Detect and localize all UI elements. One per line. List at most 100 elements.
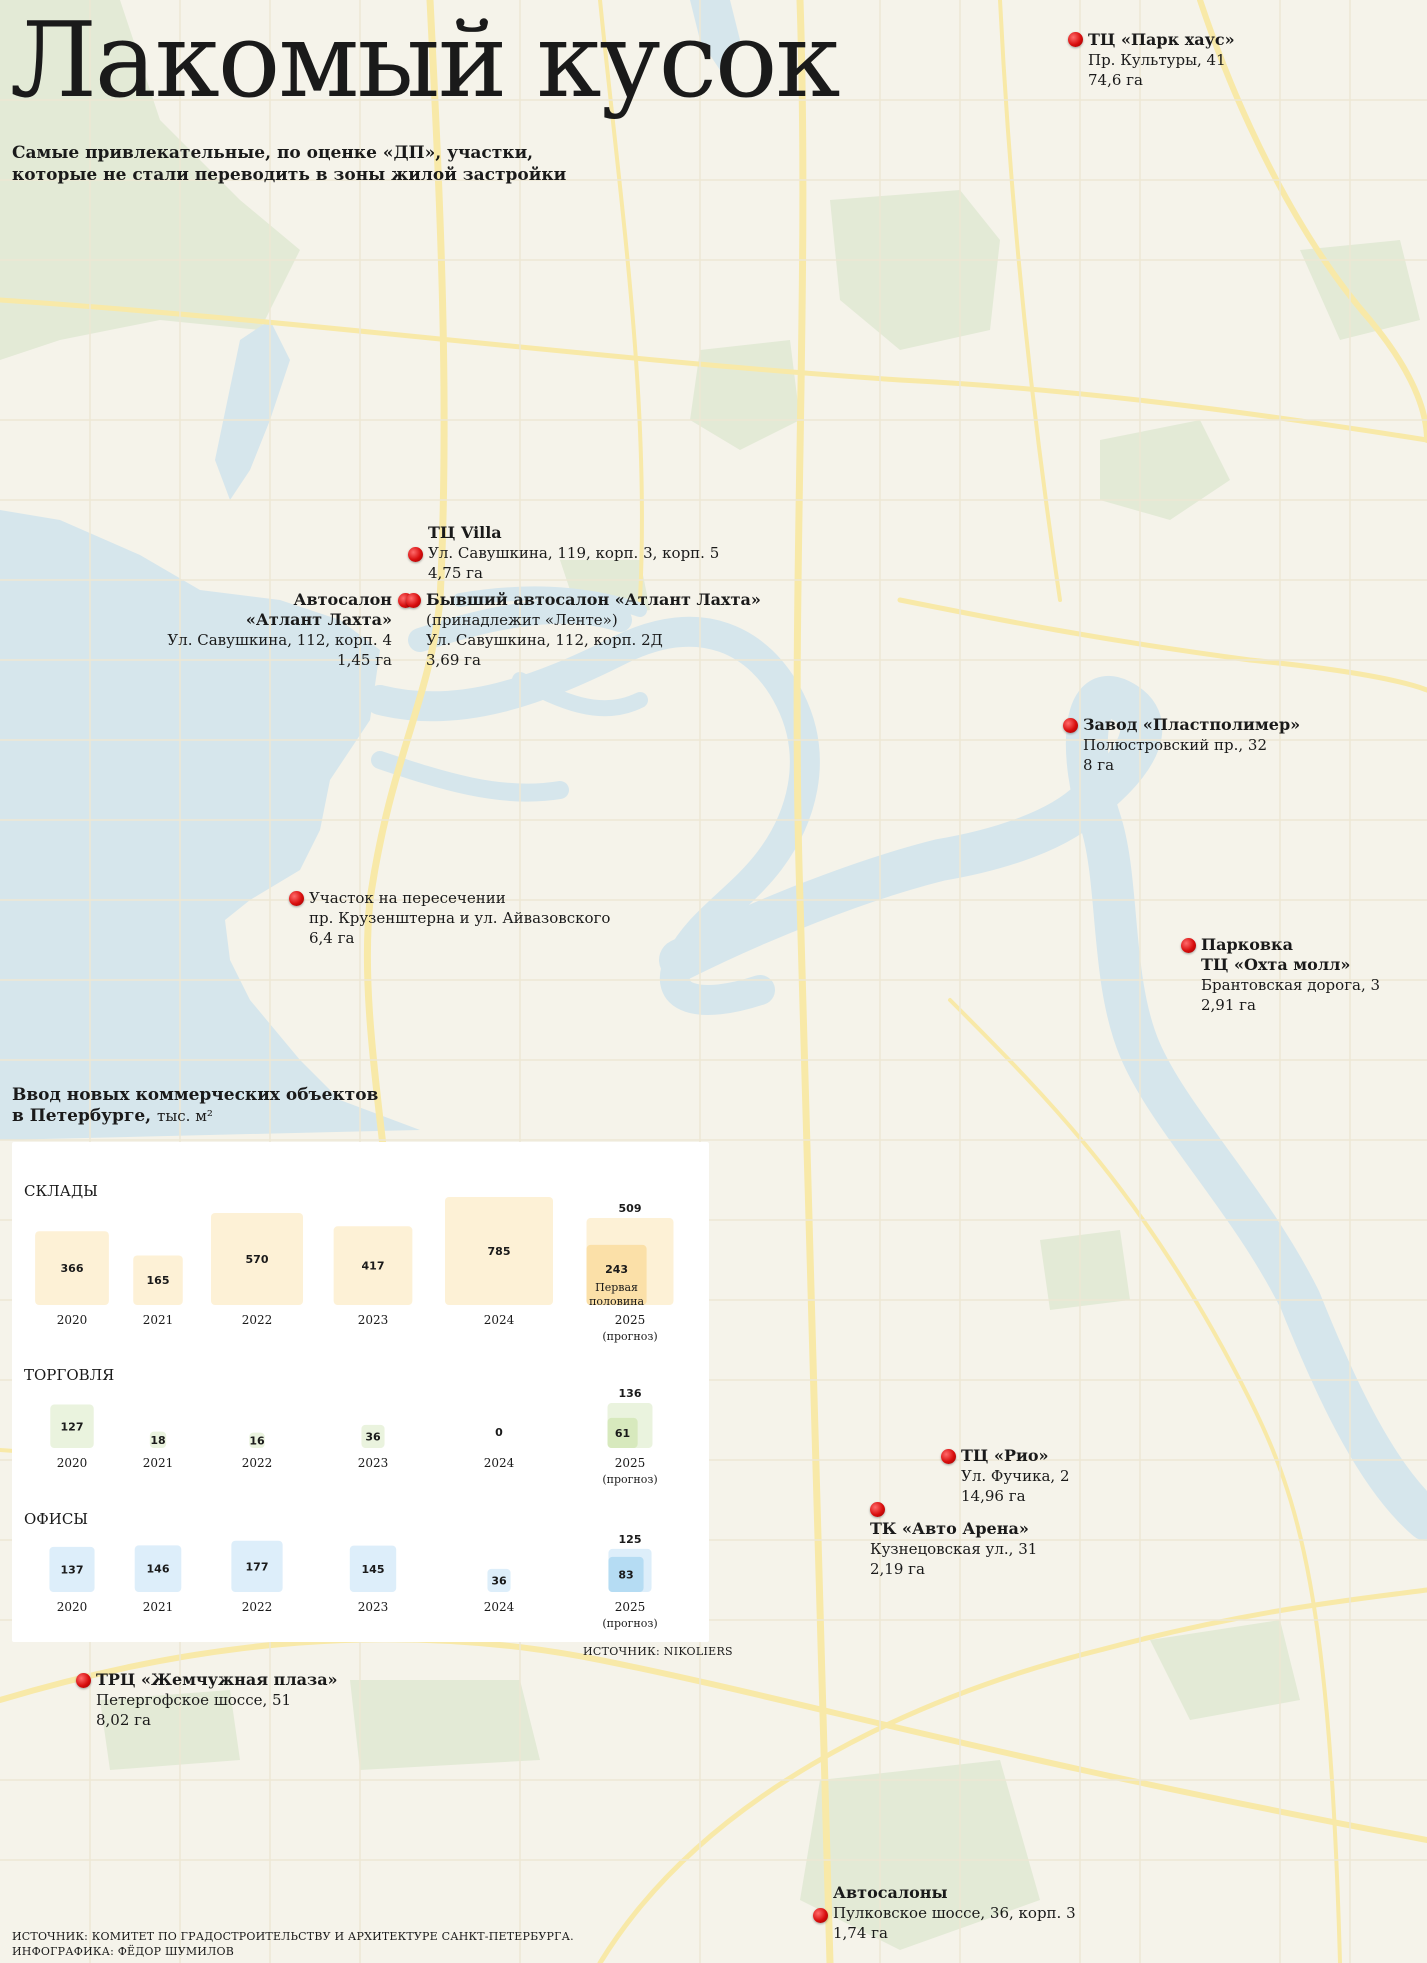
- location-area: 1,74 га: [833, 1924, 888, 1942]
- subtitle-line: Самые привлекательные, по оценке «ДП», у…: [12, 143, 534, 163]
- location-area: 1,45 га: [337, 651, 392, 669]
- chart-data-label: 125: [619, 1533, 642, 1546]
- chart-data-label: 61: [615, 1427, 630, 1440]
- location-name: Автосалон «Атлант Лахта»: [245, 590, 392, 629]
- chart-title: Ввод новых коммерческих объектов в Петер…: [12, 1085, 378, 1127]
- footer-line: ИСТОЧНИК: КОМИТЕТ ПО ГРАДОСТРОИТЕЛЬСТВУ …: [12, 1930, 574, 1943]
- chart-series-label: ТОРГОВЛЯ: [24, 1366, 114, 1384]
- chart-panel: СКЛАДЫ 366 2020 165 2021 570 2022 417 2023 785 202…: [12, 1142, 709, 1642]
- location-label: Автосалоны Пулковское шоссе, 36, корп. 3…: [833, 1883, 1076, 1943]
- chart-tick-label: 2024: [484, 1313, 515, 1327]
- location-note: (принадлежит «Ленте»): [426, 611, 618, 629]
- location-label: ТК «Авто Арена» Кузнецовская ул., 31 2,1…: [870, 1519, 1037, 1579]
- chart-tick-label: 2021: [143, 1313, 174, 1327]
- page-subtitle: Самые привлекательные, по оценке «ДП», у…: [12, 142, 632, 186]
- chart-data-label: 366: [61, 1262, 84, 1275]
- location-name: Завод «Пластполимер»: [1083, 715, 1301, 734]
- chart-annotation: половина: [589, 1295, 644, 1308]
- chart-data-label: 177: [246, 1560, 269, 1573]
- location-name: ТРЦ «Жемчужная плаза»: [96, 1670, 338, 1689]
- chart-tick-label: 2025: [615, 1456, 646, 1470]
- location-address: Пулковское шоссе, 36, корп. 3: [833, 1904, 1076, 1922]
- chart-data-label: 36: [365, 1430, 381, 1443]
- chart-tick-label: 2020: [57, 1313, 88, 1327]
- location-address: Ул. Савушкина, 112, корп. 2Д: [426, 631, 663, 649]
- chart-data-label: 785: [488, 1245, 511, 1258]
- chart-tick-label: 2022: [242, 1313, 273, 1327]
- location-label: ТЦ «Парк хаус» Пр. Культуры, 41 74,6 га: [1088, 30, 1235, 90]
- location-address: Ул. Савушкина, 119, корп. 3, корп. 5: [428, 544, 720, 562]
- location-marker[interactable]: [1063, 718, 1078, 733]
- location-area: 6,4 га: [309, 929, 355, 947]
- chart-unit: тыс. м²: [157, 1107, 213, 1125]
- location-label: Завод «Пластполимер» Полюстровский пр., …: [1083, 715, 1300, 775]
- chart-tick-label: 2021: [143, 1456, 174, 1470]
- chart-data-label: 83: [618, 1568, 633, 1581]
- chart-tick-label: 2023: [358, 1456, 389, 1470]
- location-area: 3,69 га: [426, 651, 481, 669]
- location-area: 2,91 га: [1201, 996, 1256, 1014]
- location-marker[interactable]: [941, 1449, 956, 1464]
- chart-tick-label: 2025: [615, 1600, 646, 1614]
- location-name: Парковка ТЦ «Охта молл»: [1201, 935, 1351, 974]
- location-label: ТРЦ «Жемчужная плаза» Петергофское шоссе…: [96, 1670, 338, 1730]
- chart-tick-label: 2023: [358, 1600, 389, 1614]
- location-area: 4,75 га: [428, 564, 483, 582]
- location-marker[interactable]: [408, 547, 423, 562]
- chart-title-line: в Петербурге,: [12, 1106, 152, 1126]
- chart-data-label: 146: [147, 1563, 170, 1576]
- chart-tick-label: 2021: [143, 1600, 174, 1614]
- chart-data-label: 145: [362, 1563, 385, 1576]
- page-title: Лакомый кусок: [10, 0, 840, 121]
- location-marker[interactable]: [813, 1908, 828, 1923]
- chart-series-label: СКЛАДЫ: [24, 1182, 98, 1200]
- location-name: Участок на пересечении пр. Крузенштерна …: [309, 889, 611, 927]
- location-label: Бывший автосалон «Атлант Лахта» (принадл…: [426, 590, 761, 670]
- location-address: Полюстровский пр., 32: [1083, 736, 1268, 754]
- location-address: Кузнецовская ул., 31: [870, 1540, 1038, 1558]
- location-label: Участок на пересечении пр. Крузенштерна …: [309, 888, 610, 948]
- location-marker[interactable]: [870, 1502, 885, 1517]
- location-marker[interactable]: [289, 891, 304, 906]
- location-label: ТЦ Villa Ул. Савушкина, 119, корп. 3, ко…: [428, 523, 719, 583]
- chart-tick-label: 2024: [484, 1600, 515, 1614]
- location-address: Пр. Культуры, 41: [1088, 51, 1226, 69]
- chart-tick-label: 2020: [57, 1600, 88, 1614]
- location-name: ТЦ Villa: [428, 523, 502, 542]
- chart-data-label: 16: [249, 1434, 265, 1447]
- location-name: Автосалоны: [833, 1883, 948, 1902]
- location-label: Парковка ТЦ «Охта молл» Брантовская доро…: [1201, 935, 1380, 1015]
- chart-data-label: 417: [362, 1260, 385, 1273]
- chart-tick-label: 2024: [484, 1456, 515, 1470]
- commercial-construction-chart: СКЛАДЫ 366 2020 165 2021 570 2022 417 2023 785 202…: [24, 1182, 674, 1630]
- location-area: 8,02 га: [96, 1711, 151, 1729]
- location-marker[interactable]: [406, 593, 421, 608]
- chart-tick-note: (прогноз): [602, 1330, 657, 1343]
- chart-annotation: Первая: [595, 1281, 638, 1294]
- footer: ИСТОЧНИК: КОМИТЕТ ПО ГРАДОСТРОИТЕЛЬСТВУ …: [12, 1929, 574, 1959]
- chart-tick-note: (прогноз): [602, 1473, 657, 1486]
- location-marker[interactable]: [1068, 32, 1083, 47]
- location-name: Бывший автосалон «Атлант Лахта»: [426, 590, 761, 609]
- chart-data-label: 18: [150, 1434, 165, 1447]
- chart-data-label: 570: [246, 1253, 269, 1266]
- footer-line: ИНФОГРАФИКА: ФЁДОР ШУМИЛОВ: [12, 1945, 234, 1958]
- chart-tick-label: 2025: [615, 1313, 646, 1327]
- chart-data-label: 0: [495, 1426, 503, 1439]
- chart-data-label: 243: [605, 1263, 628, 1276]
- chart-data-label: 36: [491, 1574, 507, 1587]
- chart-source: ИСТОЧНИК: NIKOLIERS: [583, 1645, 733, 1658]
- location-name: ТЦ «Рио»: [961, 1446, 1049, 1465]
- location-marker[interactable]: [1181, 938, 1196, 953]
- chart-data-label: 165: [147, 1274, 170, 1287]
- location-address: Петергофское шоссе, 51: [96, 1691, 292, 1709]
- chart-title-line: Ввод новых коммерческих объектов: [12, 1085, 379, 1105]
- location-area: 8 га: [1083, 756, 1115, 774]
- location-area: 2,19 га: [870, 1560, 925, 1578]
- location-marker[interactable]: [76, 1673, 91, 1688]
- location-area: 74,6 га: [1088, 71, 1143, 89]
- chart-tick-label: 2020: [57, 1456, 88, 1470]
- location-name: ТК «Авто Арена»: [870, 1519, 1029, 1538]
- chart-tick-note: (прогноз): [602, 1617, 657, 1630]
- chart-data-label: 137: [61, 1563, 84, 1576]
